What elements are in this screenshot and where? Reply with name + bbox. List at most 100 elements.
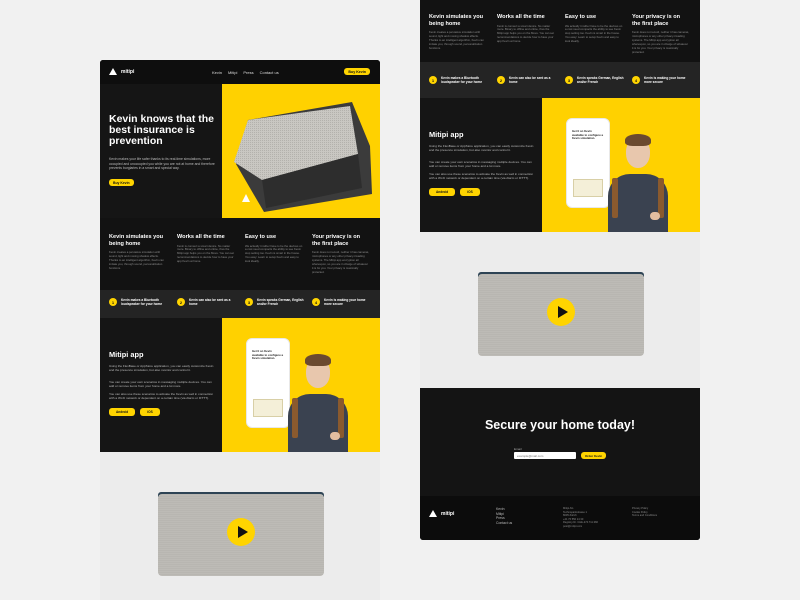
feature-card: Works all the time Kevin is connect a sm… xyxy=(497,14,555,44)
feature-title: Works all the time xyxy=(177,234,225,240)
android-button[interactable]: Android xyxy=(109,408,136,416)
video-section xyxy=(100,452,380,600)
step-text: Kevin can also be sent as a home xyxy=(189,298,231,306)
steps-strip: 1 Kevin makes a Bluetooth loudspeaker fo… xyxy=(100,290,380,318)
play-button[interactable] xyxy=(547,298,575,326)
logo[interactable]: mitipi xyxy=(109,68,134,75)
features-section: Kevin simulates you being home Kevin cre… xyxy=(100,218,380,290)
footer-link-contact[interactable]: Contact us xyxy=(496,521,512,526)
nav-link-kevin[interactable]: Kevin xyxy=(212,70,222,75)
app-section: Mitipi app Using the FlexBase or AppStor… xyxy=(100,318,380,452)
order-kevin-button[interactable]: Order Kevin xyxy=(581,452,607,459)
hero-title: Kevin knows that the best insurance is p… xyxy=(109,113,215,147)
feature-card: Kevin simulates you being home Kevin cre… xyxy=(109,234,167,271)
step-number-icon: 2 xyxy=(497,76,505,84)
mitipi-logo-icon xyxy=(109,68,117,75)
feature-card: Kevin simulates you being home Kevin cre… xyxy=(429,14,487,51)
feature-title: Your privacy is on the first place xyxy=(632,14,681,27)
step-text: Kevin can also be sent as a home xyxy=(509,76,551,84)
footer-address: Mitipi AG Technoparkstrasse 1 8005 Züric… xyxy=(563,507,598,529)
step-text: Kevin is making your home more secure xyxy=(644,76,686,84)
feature-card: Easy to use We actually it rather have t… xyxy=(565,14,623,44)
step-number-icon: 4 xyxy=(312,298,320,306)
step-item: 4 Kevin is making your home more secure xyxy=(632,76,692,84)
app-text-block: Mitipi app Using the FlexBase or AppStor… xyxy=(420,98,542,232)
feature-title: Kevin simulates you being home xyxy=(429,14,484,27)
phone-mockup: Get It on Kevin available to configure a… xyxy=(566,118,610,208)
step-item: 1 Kevin makes a Bluetooth loudspeaker fo… xyxy=(109,298,169,306)
nav-link-contact[interactable]: Contact us xyxy=(260,70,279,75)
step-text: Kevin is making your home more secure xyxy=(324,298,366,306)
feature-card: Your privacy is on the first place Kevin… xyxy=(632,14,690,54)
app-paragraph: Using the FlexBase or AppStore applicati… xyxy=(429,144,534,153)
app-paragraph: You can also use these scenarios to acti… xyxy=(109,392,214,401)
hero-text-block: Kevin knows that the best insurance is p… xyxy=(100,84,222,218)
app-store-buttons: Android iOS xyxy=(429,188,480,196)
step-item: 2 Kevin can also be sent as a home xyxy=(497,76,557,84)
step-text: Kevin speaks German, English and/or Fren… xyxy=(577,76,624,84)
feature-title: Easy to use xyxy=(245,234,277,240)
step-number-icon: 3 xyxy=(245,298,253,306)
mitipi-logo-icon xyxy=(429,510,437,517)
terms-link[interactable]: Terms and Conditions xyxy=(632,514,657,518)
nav-link-press[interactable]: Press xyxy=(243,70,253,75)
feature-title: Your privacy is on the first place xyxy=(312,234,361,247)
play-button[interactable] xyxy=(227,518,255,546)
step-number-icon: 1 xyxy=(429,76,437,84)
app-promo-image: Get It on Kevin available to configure a… xyxy=(222,318,380,452)
email-label: Email xyxy=(514,447,522,451)
nav-links: Kevin Mitipi Press Contact us xyxy=(212,70,279,75)
step-item: 1 Kevin makes a Bluetooth loudspeaker fo… xyxy=(429,76,489,84)
feature-body: Kevin does not record, neither it has ca… xyxy=(632,30,690,54)
hero-product-image xyxy=(222,84,380,218)
feature-card: Your privacy is on the first place Kevin… xyxy=(312,234,370,274)
feature-body: Kevin is connect a smart device. No matt… xyxy=(497,23,554,44)
app-title: Mitipi app xyxy=(429,130,464,139)
logo-text: mitipi xyxy=(121,68,135,75)
app-section: Mitipi app Using the FlexBase or AppStor… xyxy=(420,98,700,232)
nav-link-mitipi[interactable]: Mitipi xyxy=(228,70,237,75)
video-section xyxy=(420,232,700,388)
app-paragraph: You can create your own scenarios in mes… xyxy=(429,160,532,169)
app-title: Mitipi app xyxy=(109,350,144,359)
footer-legal: Privacy Policy Cookie Policy Terms and C… xyxy=(632,507,657,518)
feature-body: Kevin creates a pervasive simulation wit… xyxy=(109,250,164,270)
step-item: 4 Kevin is making your home more secure xyxy=(312,298,372,306)
footer-logo[interactable]: mitipi xyxy=(429,510,454,517)
ios-button[interactable]: iOS xyxy=(140,408,160,416)
step-number-icon: 4 xyxy=(632,76,640,84)
ios-button[interactable]: iOS xyxy=(460,188,480,196)
phone-screen-illustration xyxy=(253,399,283,417)
app-store-buttons: Android iOS xyxy=(109,408,160,416)
step-item: 3 Kevin speaks German, English and/or Fr… xyxy=(565,76,625,84)
step-text: Kevin speaks German, English and/or Fren… xyxy=(257,298,304,306)
app-paragraph: You can also use these scenarios to acti… xyxy=(429,172,534,181)
step-item: 2 Kevin can also be sent as a home xyxy=(177,298,237,306)
buy-kevin-nav-button[interactable]: Buy Kevin xyxy=(344,68,370,75)
buy-kevin-hero-button[interactable]: Buy Kevin xyxy=(109,179,134,186)
cta-title: Secure your home today! xyxy=(484,418,636,432)
feature-title: Easy to use xyxy=(565,14,597,20)
landing-page-preview-right: Kevin simulates you being home Kevin cre… xyxy=(420,0,700,540)
phone-screen-text: Get It on Kevin available to configure a… xyxy=(572,129,604,140)
feature-body: We actually it rather have to be the dev… xyxy=(245,243,303,264)
feature-title: Kevin simulates you being home xyxy=(109,234,164,247)
phone-screen-text: Get It on Kevin available to configure a… xyxy=(252,349,284,360)
app-paragraph: You can create your own scenarios in mes… xyxy=(109,380,212,389)
play-icon xyxy=(557,306,568,318)
step-text: Kevin makes a Bluetooth loudspeaker for … xyxy=(441,76,483,84)
hero-section: Kevin knows that the best insurance is p… xyxy=(100,84,380,218)
feature-body: Kevin creates a pervasive simulation wit… xyxy=(429,30,484,50)
top-navigation: mitipi Kevin Mitipi Press Contact us Buy… xyxy=(100,60,380,84)
android-button[interactable]: Android xyxy=(429,188,456,196)
phone-screen-illustration xyxy=(573,179,603,197)
feature-title: Works all the time xyxy=(497,14,545,20)
app-promo-image: Get It on Kevin available to configure a… xyxy=(542,98,700,232)
feature-card: Easy to use We actually it rather have t… xyxy=(245,234,303,264)
phone-mockup: Get It on Kevin available to configure a… xyxy=(246,338,290,428)
email-input[interactable] xyxy=(514,452,576,459)
feature-card: Works all the time Kevin is connect a sm… xyxy=(177,234,235,264)
hero-subtitle: Kevin makes your life safer thanks to it… xyxy=(109,157,215,171)
feature-body: Kevin is connect a smart device. No matt… xyxy=(177,243,234,264)
feature-body: We actually it rather have to be the dev… xyxy=(565,23,623,44)
